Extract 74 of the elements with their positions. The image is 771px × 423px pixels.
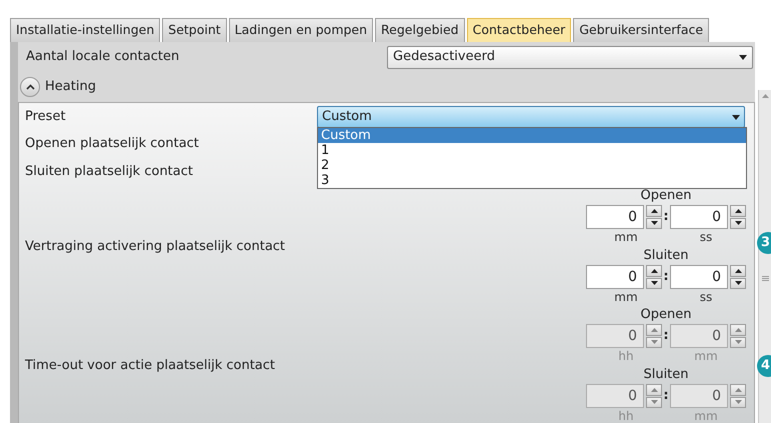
scrollbar[interactable] [758, 90, 771, 423]
group-title: Openen [640, 307, 692, 322]
preset-dropdown[interactable]: Custom [317, 106, 745, 128]
down-arrow-icon [734, 281, 742, 286]
collapse-toggle[interactable] [20, 77, 40, 97]
spin-down-button[interactable] [730, 278, 746, 289]
down-arrow-icon [650, 340, 658, 344]
up-arrow-icon [650, 208, 658, 213]
tab[interactable]: Contactbeheer [466, 18, 572, 42]
up-arrow-icon [734, 208, 742, 213]
number-field[interactable]: 0 [670, 205, 728, 229]
dropdown-option[interactable]: 3 [318, 173, 746, 188]
up-arrow-icon [650, 328, 658, 332]
spin-up-button[interactable] [730, 205, 746, 216]
tab[interactable]: Regelgebied [375, 18, 465, 42]
field-label: Aantal locale contacten [26, 48, 180, 66]
dropdown-option[interactable]: 2 [318, 158, 746, 173]
unit-label: mm [614, 290, 638, 305]
tab[interactable]: Gebruikersinterface [573, 18, 710, 42]
down-arrow-icon [650, 400, 658, 404]
down-arrow-icon [650, 281, 658, 286]
group-title: Sluiten [643, 367, 689, 382]
up-arrow-icon [734, 328, 742, 332]
unit-label: hh [618, 409, 634, 423]
tab[interactable]: Ladingen en pompen [228, 18, 374, 42]
spin-down-button[interactable] [646, 278, 662, 289]
colon-separator: : [662, 387, 670, 406]
field-label: Vertraging activering plaatselijk contact [25, 238, 286, 256]
up-arrow-icon [734, 388, 742, 392]
spin-up-button[interactable] [646, 265, 662, 276]
number-field[interactable]: 0 [670, 265, 728, 289]
number-field: 0 [586, 384, 644, 408]
unit-label: mm [694, 409, 718, 423]
group-title: Openen [640, 188, 692, 203]
unit-label: mm [614, 230, 638, 245]
section-title: Heating [45, 78, 96, 96]
number-field: 0 [586, 324, 644, 348]
up-arrow-icon [734, 268, 742, 273]
up-arrow-icon [650, 388, 658, 392]
down-arrow-icon [650, 221, 658, 226]
group-title: Sluiten [643, 248, 689, 263]
field-label: Openen plaatselijk contact [25, 135, 199, 154]
colon-separator: : [662, 208, 670, 226]
chevron-up-icon [26, 84, 34, 90]
unit-label: mm [694, 349, 718, 364]
down-arrow-icon [734, 400, 742, 404]
up-arrow-icon [650, 268, 658, 273]
tab[interactable]: Setpoint [162, 18, 227, 42]
colon-separator: : [662, 268, 670, 286]
scroll-up-arrow-icon [762, 94, 768, 98]
number-field: 0 [670, 324, 728, 348]
field-label: Time-out voor actie plaatselijk contact [25, 356, 276, 375]
unit-label: ss [700, 230, 712, 245]
caret-icon [739, 54, 747, 60]
dropdown-option[interactable]: 1 [318, 143, 746, 158]
number-field: 0 [670, 384, 728, 408]
dropdown[interactable]: Gedesactiveerd [387, 46, 753, 68]
down-arrow-icon [734, 221, 742, 226]
unit-label: ss [700, 290, 712, 305]
tab[interactable]: Installatie-instellingen [10, 18, 160, 42]
number-field[interactable]: 0 [586, 205, 644, 229]
colon-separator: : [662, 327, 670, 346]
spin-down-button[interactable] [646, 218, 662, 229]
dropdown-option[interactable]: Custom [318, 128, 746, 143]
field-label: Preset [25, 108, 66, 126]
caret-icon [732, 114, 740, 120]
spin-up-button[interactable] [646, 205, 662, 216]
spin-up-button[interactable] [730, 265, 746, 276]
unit-label: hh [618, 349, 634, 364]
down-arrow-icon [734, 340, 742, 344]
spin-down-button[interactable] [730, 218, 746, 229]
field-label: Sluiten plaatselijk contact [25, 163, 193, 182]
grip-icon [762, 276, 768, 281]
number-field[interactable]: 0 [586, 265, 644, 289]
